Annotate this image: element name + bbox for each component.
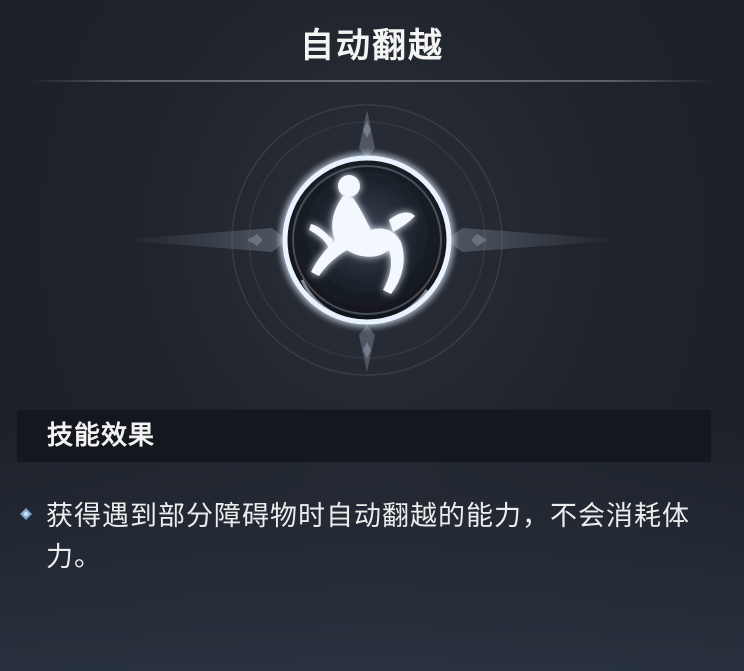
title-divider <box>30 80 714 82</box>
skill-effect-header: 技能效果 <box>17 409 711 462</box>
skill-title: 自动翻越 <box>300 26 444 66</box>
skill-description: 获得遇到部分障碍物时自动翻越的能力，不会消耗体力。 <box>46 501 690 573</box>
skill-emblem <box>117 104 627 376</box>
diamond-bullet-icon <box>20 508 32 520</box>
skill-effect-title: 技能效果 <box>47 421 156 451</box>
